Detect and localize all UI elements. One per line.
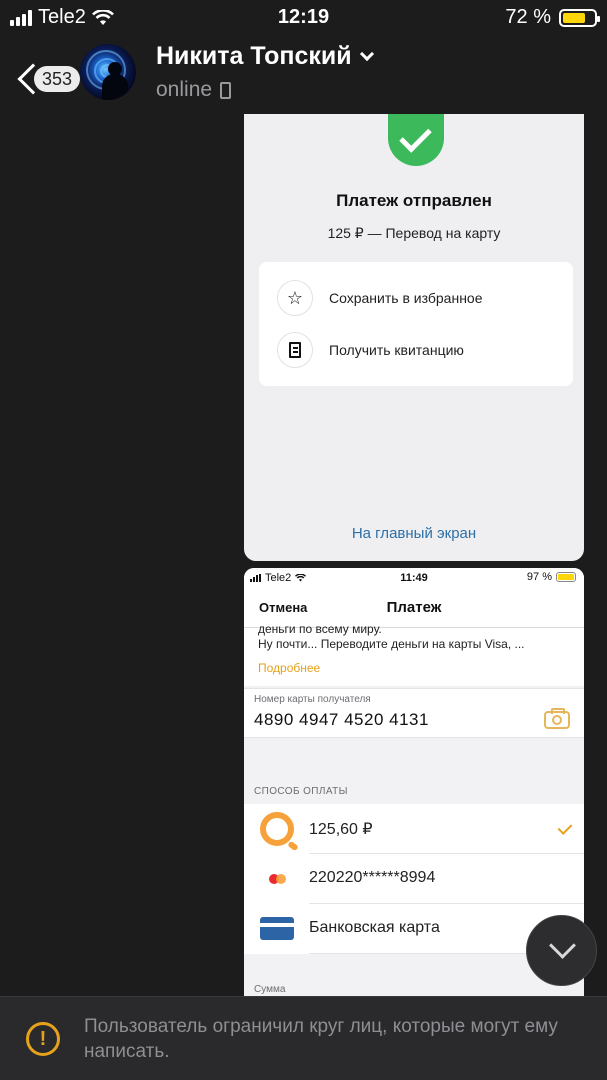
battery-percent: 72 % xyxy=(505,6,551,28)
online-status: online xyxy=(156,78,213,101)
qiwi-balance: 125,60 ₽ xyxy=(309,821,373,838)
chat-header: 353 Никита Топский online xyxy=(0,34,607,114)
sum-label: Сумма xyxy=(254,984,286,995)
status-bar: Tele2 12:19 72 % xyxy=(0,0,607,34)
home-screen-link: На главный экран xyxy=(351,525,477,542)
embedded-battery-percent: 97 % xyxy=(526,571,552,583)
battery-fill xyxy=(563,12,585,23)
qiwi-icon xyxy=(260,812,294,846)
payment-subtitle: 125 ₽ — Перевод на карту xyxy=(327,225,501,241)
save-favorite-action: ☆ Сохранить в избранное xyxy=(277,280,483,316)
chat-area[interactable]: Платеж отправлен 125 ₽ — Перевод на карт… xyxy=(0,114,607,996)
payment-method-mastercard: 220220******8994 xyxy=(244,854,584,904)
photo-message[interactable]: Платеж отправлен 125 ₽ — Перевод на карт… xyxy=(240,114,588,996)
bank-card-label: Банковская карта xyxy=(309,919,440,936)
get-receipt-action: Получить квитанцию xyxy=(277,332,464,368)
bank-card-icon xyxy=(260,917,294,940)
battery-group: 72 % xyxy=(505,6,600,29)
mastercard-icon xyxy=(260,867,294,891)
unread-badge: 353 xyxy=(34,66,80,92)
receipt-icon xyxy=(277,332,313,368)
recipient-card-number: 4890 4947 4520 4131 xyxy=(254,710,429,729)
notice-text: Пользователь ограничил круг лиц, которые… xyxy=(84,1016,558,1062)
more-link: Подробнее xyxy=(258,661,321,675)
save-favorite-label: Сохранить в избранное xyxy=(329,290,483,306)
avatar[interactable] xyxy=(80,44,136,100)
payment-method-qiwi: 125,60 ₽ xyxy=(244,804,584,854)
info-block: деньги по всему миру. Ну почти... Перево… xyxy=(244,622,584,686)
payment-method-section-label: СПОСОБ ОПЛАТЫ xyxy=(254,786,348,797)
chevron-down-icon xyxy=(359,46,374,61)
payment-form-title: Платеж xyxy=(386,599,442,616)
recipient-card-label: Номер карты получателя xyxy=(254,694,371,705)
contact-name: Никита Топский xyxy=(156,42,352,70)
embedded-status-bar: Tele2 11:49 97 % xyxy=(244,568,584,588)
camera-icon xyxy=(544,708,570,729)
mobile-device-icon xyxy=(220,81,232,99)
recipient-card-field: Номер карты получателя 4890 4947 4520 41… xyxy=(244,688,584,738)
star-icon: ☆ xyxy=(277,280,313,316)
battery-icon xyxy=(556,572,576,582)
get-receipt-label: Получить квитанцию xyxy=(329,342,464,358)
info-line: Ну почти... Переводите деньги на карты V… xyxy=(258,637,525,651)
info-cut-line: деньги по всему миру. xyxy=(258,622,382,636)
contact-status: online xyxy=(156,78,232,102)
actions-panel: ☆ Сохранить в избранное Получить квитанц… xyxy=(259,262,573,386)
success-check-icon xyxy=(388,114,444,166)
warning-icon: ! xyxy=(26,1022,60,1056)
restricted-messaging-notice: ! Пользователь ограничил круг лиц, котор… xyxy=(0,996,607,1080)
masked-card-number: 220220******8994 xyxy=(309,869,436,886)
back-button[interactable]: 353 xyxy=(14,54,80,95)
scroll-to-bottom-button[interactable] xyxy=(526,915,597,986)
payment-confirmation-screenshot: Платеж отправлен 125 ₽ — Перевод на карт… xyxy=(244,114,584,561)
battery-icon xyxy=(559,8,600,27)
checkmark-icon xyxy=(557,820,573,835)
payment-title: Платеж отправлен xyxy=(336,191,492,210)
contact-name-button[interactable]: Никита Топский xyxy=(156,42,374,71)
